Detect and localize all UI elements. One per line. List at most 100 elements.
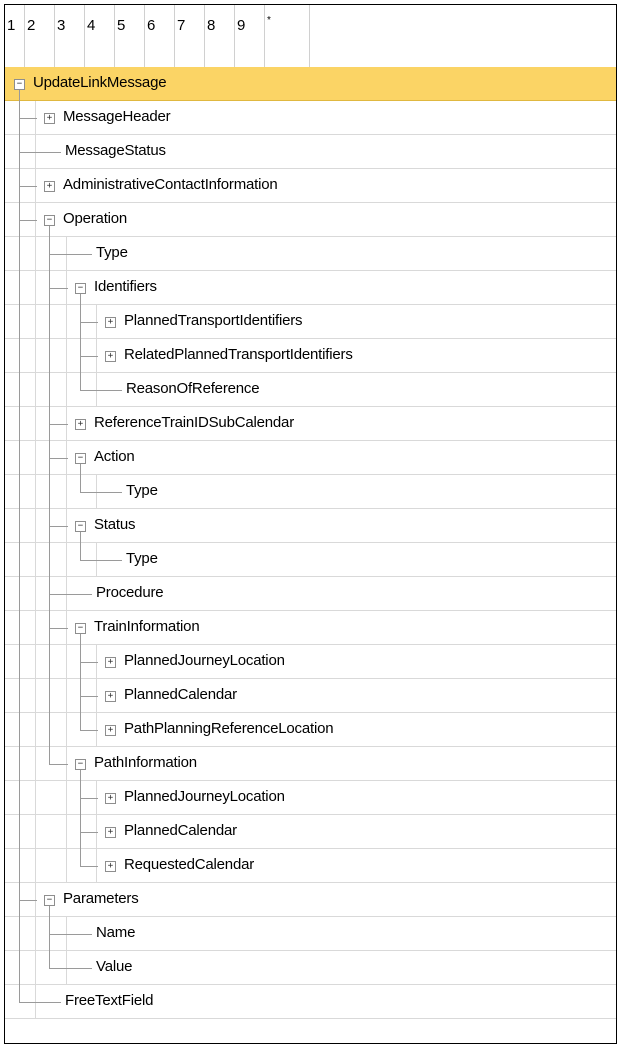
level-button-8[interactable]: 8 (205, 5, 235, 67)
tree-node[interactable]: + RequestedCalendar (5, 849, 616, 883)
tree-node[interactable]: − TrainInformation (5, 611, 616, 645)
level-button-5[interactable]: 5 (115, 5, 145, 67)
tree-node-label: MessageStatus (65, 142, 166, 159)
tree-connector-line (19, 1002, 61, 1003)
plus-box-icon[interactable]: + (105, 691, 116, 702)
tree-node[interactable]: + RelatedPlannedTransportIdentifiers (5, 339, 616, 373)
tree-connector-line (49, 424, 68, 425)
level-button-9[interactable]: 9 (235, 5, 265, 67)
level-button-6[interactable]: 6 (145, 5, 175, 67)
tree-node[interactable]: − Identifiers (5, 271, 616, 305)
indent-cell-border (35, 407, 36, 440)
tree-node[interactable]: Value (5, 951, 616, 985)
tree-connector-line (80, 531, 81, 543)
tree-connector-line (80, 633, 81, 645)
tree-node[interactable]: MessageStatus (5, 135, 616, 169)
level-button-2[interactable]: 2 (25, 5, 55, 67)
tree-node-label: RequestedCalendar (124, 856, 255, 873)
minus-box-icon[interactable]: − (75, 283, 86, 294)
tree-connector-line (19, 951, 20, 985)
tree-connector-line (80, 390, 122, 391)
tree-connector-line (49, 951, 50, 968)
minus-box-icon[interactable]: − (44, 215, 55, 226)
tree-node[interactable]: Type (5, 543, 616, 577)
level-selector-bar: 1 2 3 4 5 6 7 8 9 * (5, 5, 616, 68)
plus-box-icon[interactable]: + (75, 419, 86, 430)
tree-node-label: Type (126, 482, 158, 499)
indent-cell-border (35, 815, 36, 848)
tree-node-label: Operation (63, 210, 128, 227)
tree-connector-line (19, 900, 37, 901)
plus-box-icon[interactable]: + (105, 351, 116, 362)
plus-box-icon[interactable]: + (44, 181, 55, 192)
plus-box-icon[interactable]: + (105, 827, 116, 838)
tree-connector-line (80, 798, 98, 799)
tree-node[interactable]: + PlannedJourneyLocation (5, 781, 616, 815)
level-button-all[interactable]: * (265, 5, 310, 67)
tree-connector-line (49, 475, 50, 509)
plus-box-icon[interactable]: + (44, 113, 55, 124)
tree-node[interactable]: + PlannedTransportIdentifiers (5, 305, 616, 339)
indent-cell-border (35, 781, 36, 814)
tree-node[interactable]: + MessageHeader (5, 101, 616, 135)
tree-node[interactable]: + PlannedJourneyLocation (5, 645, 616, 679)
tree-connector-line (80, 832, 98, 833)
level-button-4[interactable]: 4 (85, 5, 115, 67)
plus-box-icon[interactable]: + (105, 725, 116, 736)
tree-node[interactable]: + PlannedCalendar (5, 815, 616, 849)
tree-node[interactable]: + ReferenceTrainIDSubCalendar (5, 407, 616, 441)
tree-connector-line (49, 288, 68, 289)
tree-node[interactable]: Name (5, 917, 616, 951)
plus-box-icon[interactable]: + (105, 657, 116, 668)
tree-connector-line (19, 271, 20, 305)
minus-box-icon[interactable]: − (14, 79, 25, 90)
indent-cell-border (66, 339, 67, 372)
tree-node[interactable]: − Status (5, 509, 616, 543)
minus-box-icon[interactable]: − (75, 759, 86, 770)
tree-connector-line (49, 305, 50, 339)
tree-node[interactable]: + PlannedCalendar (5, 679, 616, 713)
indent-cell-border (66, 305, 67, 338)
indent-cell-border (35, 441, 36, 474)
indent-cell-border (35, 951, 36, 984)
tree-connector-line (49, 254, 92, 255)
tree-connector-line (19, 917, 20, 951)
tree-connector-line (49, 934, 92, 935)
tree-connector-line (80, 849, 81, 866)
tree-connector-line (80, 662, 98, 663)
indent-cell-border (35, 305, 36, 338)
tree-node[interactable]: − Action (5, 441, 616, 475)
minus-box-icon[interactable]: − (75, 521, 86, 532)
level-button-3[interactable]: 3 (55, 5, 85, 67)
tree-node[interactable]: − PathInformation (5, 747, 616, 781)
tree-node[interactable]: + AdministrativeContactInformation (5, 169, 616, 203)
minus-box-icon[interactable]: − (75, 453, 86, 464)
tree-connector-line (80, 293, 81, 305)
tree-node[interactable]: Type (5, 237, 616, 271)
indent-cell-border (66, 849, 67, 882)
plus-box-icon[interactable]: + (105, 793, 116, 804)
tree-node[interactable]: Type (5, 475, 616, 509)
tree-node[interactable]: − Parameters (5, 883, 616, 917)
minus-box-icon[interactable]: − (44, 895, 55, 906)
tree-node[interactable]: FreeTextField (5, 985, 616, 1019)
tree-node-label: Action (94, 448, 135, 465)
tree-connector-line (19, 441, 20, 475)
level-button-7[interactable]: 7 (175, 5, 205, 67)
tree-node[interactable]: + PathPlanningReferenceLocation (5, 713, 616, 747)
tree-node[interactable]: − Operation (5, 203, 616, 237)
tree-node-label: Value (96, 958, 133, 975)
tree-node-label: FreeTextField (65, 992, 154, 1009)
tree-connector-line (80, 730, 98, 731)
tree-node[interactable]: − UpdateLinkMessage (5, 67, 616, 101)
level-button-1[interactable]: 1 (5, 5, 25, 67)
minus-box-icon[interactable]: − (75, 623, 86, 634)
tree-node[interactable]: ReasonOfReference (5, 373, 616, 407)
indent-cell-border (35, 747, 36, 780)
tree-node-label: PlannedJourneyLocation (124, 788, 285, 805)
indent-cell-border (66, 543, 67, 576)
tree-connector-line (49, 458, 68, 459)
plus-box-icon[interactable]: + (105, 861, 116, 872)
tree-node[interactable]: Procedure (5, 577, 616, 611)
plus-box-icon[interactable]: + (105, 317, 116, 328)
